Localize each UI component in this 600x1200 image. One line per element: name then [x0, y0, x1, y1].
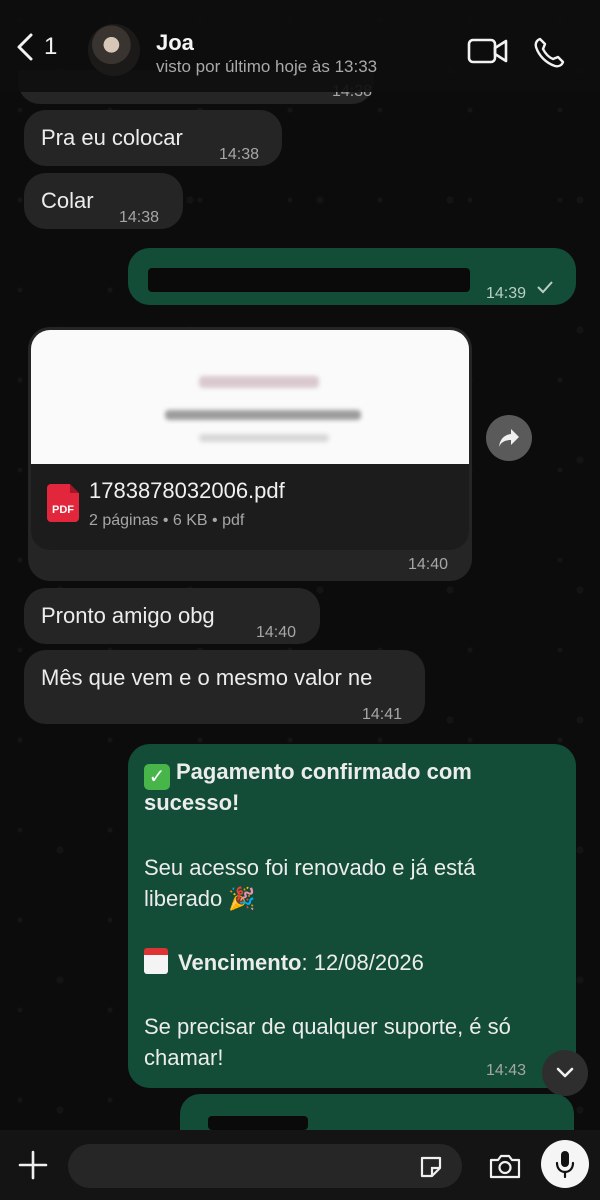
message-time: 14:40 [408, 556, 449, 573]
message-line: Vencimento: 12/08/2026 [144, 947, 424, 978]
sent-check-icon [537, 281, 553, 294]
message-input[interactable] [68, 1144, 462, 1188]
message-line: Se precisar de qualquer suporte, é só [144, 1014, 511, 1039]
last-seen-status: visto por último hoje às 13:33 [156, 57, 378, 76]
unread-count: 1 [44, 33, 58, 60]
message-outgoing[interactable]: 14:39 [128, 248, 576, 305]
message-line: ✓ Pagamento confirmado com [144, 756, 472, 790]
pdf-file-icon: PDF [47, 484, 79, 522]
message-text: Colar [41, 188, 94, 213]
attach-button[interactable] [16, 1148, 50, 1187]
message-incoming[interactable]: Pronto amigo obg 14:40 [24, 588, 320, 644]
forward-icon [499, 429, 519, 447]
message-time: 14:40 [256, 624, 297, 641]
forward-button[interactable] [486, 415, 532, 461]
mic-icon [555, 1151, 575, 1179]
phone-icon [534, 37, 565, 68]
document-meta: 2 páginas • 6 KB • pdf [89, 512, 245, 529]
message-incoming[interactable]: Mês que vem e o mesmo valor ne 14:41 [24, 650, 425, 724]
mic-button[interactable] [541, 1140, 589, 1188]
video-call-icon [467, 38, 508, 64]
document-file-row[interactable]: PDF 1783878032006.pdf 2 páginas • 6 KB •… [31, 464, 469, 550]
chevron-left-icon [17, 33, 33, 61]
message-time: 14:39 [486, 285, 527, 302]
message-outgoing[interactable]: ✓ Pagamento confirmado com sucesso! Seu a… [128, 744, 576, 1088]
document-name: 1783878032006.pdf [89, 478, 285, 503]
avatar[interactable] [88, 24, 140, 76]
back-button[interactable]: 1 [14, 32, 57, 62]
document-preview[interactable] [31, 330, 469, 464]
message-line: chamar! [144, 1045, 224, 1070]
plus-icon [18, 1150, 48, 1180]
chat-header: 1 Joa visto por último hoje às 13:33 [0, 0, 600, 92]
redacted-content [148, 268, 470, 292]
message-text: Mês que vem e o mesmo valor ne [41, 665, 373, 690]
message-text: Pronto amigo obg [41, 603, 215, 628]
message-time: 14:43 [486, 1062, 527, 1079]
contact-name[interactable]: Joa [156, 30, 194, 56]
voice-call-button[interactable] [533, 36, 567, 68]
message-time: 14:41 [362, 706, 403, 723]
sticker-button[interactable] [418, 1154, 444, 1185]
document-message[interactable]: PDF 1783878032006.pdf 2 páginas • 6 KB •… [28, 327, 472, 581]
message-incoming[interactable]: Pra eu colocar 14:38 [24, 110, 282, 166]
message-line: liberado 🎉 [144, 886, 256, 911]
calendar-icon [144, 948, 168, 974]
message-incoming[interactable]: Colar 14:38 [24, 173, 183, 229]
redacted-content [208, 1116, 308, 1130]
sticker-icon [420, 1156, 442, 1178]
scroll-to-bottom-button[interactable] [542, 1050, 588, 1096]
message-input-bar [0, 1130, 600, 1200]
message-line: Seu acesso foi renovado e já está [144, 855, 476, 880]
message-line: sucesso! [144, 790, 240, 815]
video-call-button[interactable] [467, 36, 509, 66]
camera-icon [489, 1154, 521, 1179]
camera-button[interactable] [488, 1152, 522, 1185]
message-time: 14:38 [119, 209, 160, 226]
message-time: 14:38 [219, 146, 260, 163]
chevron-down-icon [556, 1067, 574, 1078]
message-text: Pra eu colocar [41, 125, 183, 150]
